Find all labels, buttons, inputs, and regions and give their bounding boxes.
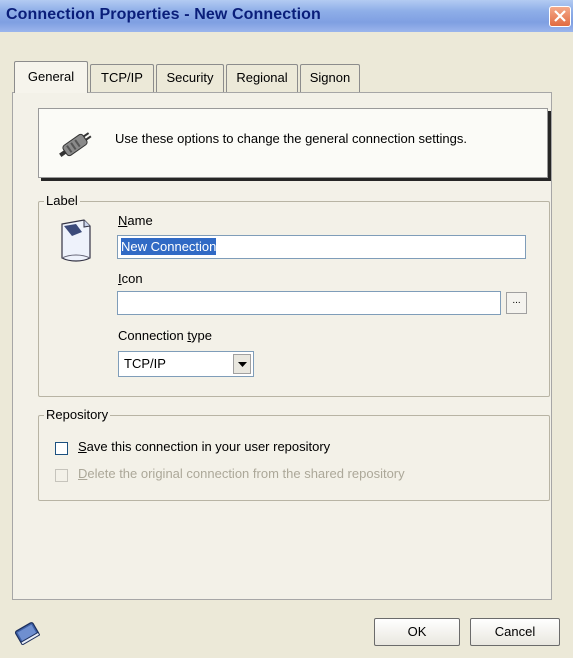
close-icon <box>554 10 566 22</box>
repository-groupbox <box>38 415 550 501</box>
name-input[interactable]: New Connection <box>117 235 526 259</box>
name-input-value: New Connection <box>121 238 217 255</box>
tab-signon-label: Signon <box>309 70 351 85</box>
delete-label-rest: elete the original connection from the s… <box>87 466 405 481</box>
repository-group-legend: Repository <box>44 407 111 422</box>
save-repository-checkbox[interactable] <box>55 442 68 455</box>
type-label-rest: ype <box>191 328 212 343</box>
cancel-button[interactable]: Cancel <box>470 618 560 646</box>
tab-general[interactable]: General <box>14 61 88 93</box>
ok-button[interactable]: OK <box>374 618 460 646</box>
type-label-pre: Connection <box>118 328 188 343</box>
tab-tcpip[interactable]: TCP/IP <box>90 64 154 92</box>
icon-label: Icon <box>118 271 143 286</box>
close-button[interactable] <box>549 6 571 27</box>
icon-input[interactable] <box>117 291 501 315</box>
browse-button[interactable]: ... <box>506 292 527 314</box>
document-icon <box>61 219 91 262</box>
info-box: Use these options to change the general … <box>38 108 548 178</box>
browse-label: ... <box>512 295 521 306</box>
tab-regional-label: Regional <box>236 70 288 85</box>
name-mnemonic: N <box>118 213 128 228</box>
info-text: Use these options to change the general … <box>115 131 467 146</box>
dialog-window: Connection Properties - New Connection G… <box>0 0 573 658</box>
save-mnemonic: S <box>78 439 87 454</box>
tab-regional[interactable]: Regional <box>226 64 298 92</box>
delete-mnemonic: D <box>78 466 88 481</box>
window-title: Connection Properties - New Connection <box>6 6 321 23</box>
title-bar[interactable]: Connection Properties - New Connection <box>0 0 573 32</box>
name-label-rest: ame <box>127 213 153 228</box>
cancel-label: Cancel <box>494 624 536 639</box>
label-group-legend: Label <box>44 193 80 208</box>
connection-type-dropdown-button[interactable] <box>233 354 251 374</box>
tab-general-label: General <box>27 69 75 84</box>
save-repository-label[interactable]: Save this connection in your user reposi… <box>78 439 330 454</box>
connection-type-select[interactable]: TCP/IP <box>118 351 254 377</box>
name-label: Name <box>118 213 153 228</box>
connection-type-value: TCP/IP <box>124 356 166 371</box>
help-book-icon[interactable] <box>14 621 40 645</box>
chevron-down-icon <box>238 362 247 367</box>
tab-security[interactable]: Security <box>156 64 224 92</box>
tab-signon[interactable]: Signon <box>300 64 360 92</box>
ok-label: OK <box>407 624 427 639</box>
plug-icon <box>59 132 92 157</box>
connection-type-label: Connection type <box>118 328 212 343</box>
tab-security-label: Security <box>166 70 214 85</box>
delete-original-label: Delete the original connection from the … <box>78 466 405 481</box>
tab-tcpip-label: TCP/IP <box>101 70 143 85</box>
icon-label-rest: con <box>121 271 143 286</box>
delete-original-checkbox <box>55 469 68 482</box>
save-label-rest: ave this connection in your user reposit… <box>86 439 331 454</box>
